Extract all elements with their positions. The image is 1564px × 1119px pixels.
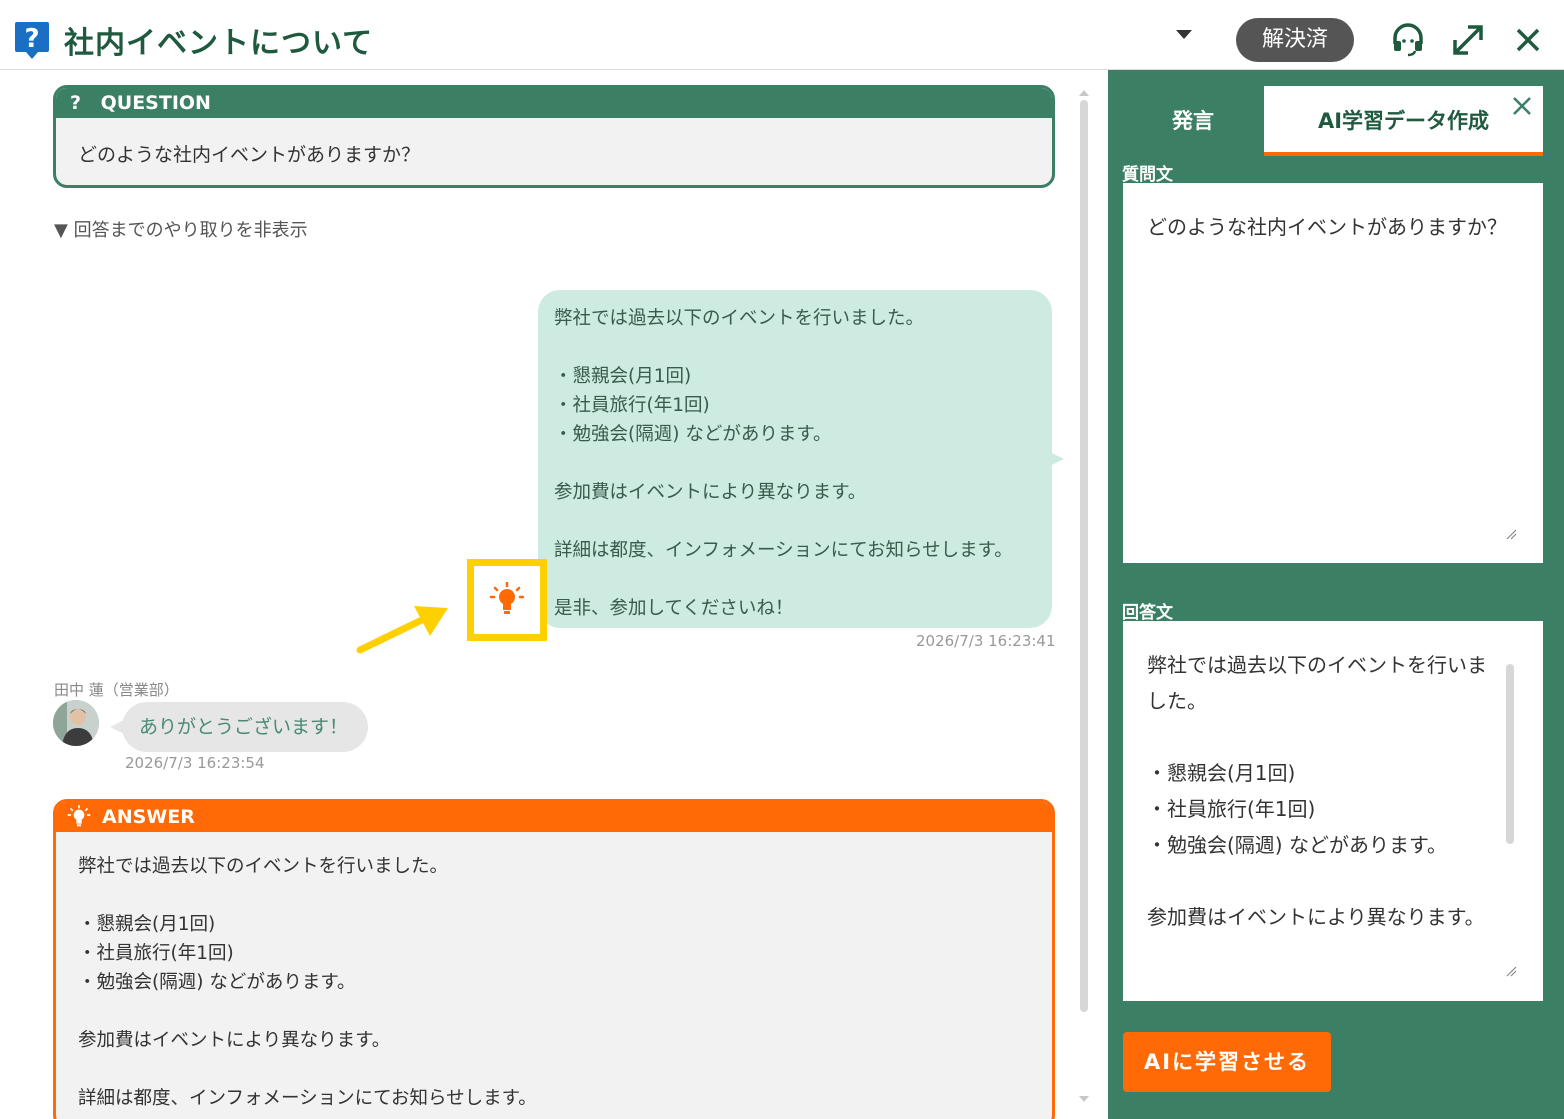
svg-text:?: ? [24,24,39,54]
train-ai-button[interactable]: AIに学習させる [1123,1032,1331,1092]
scroll-down-arrow[interactable] [1079,1096,1089,1102]
question-card: ? QUESTION どのような社内イベントがありますか？ [53,85,1055,188]
tab-ai-training-data[interactable]: AI学習データ作成 [1264,86,1543,156]
answer-heading-label: ANSWER [102,806,195,828]
question-mark-icon: ? [15,22,49,59]
user-message-timestamp: 2026/7/3 16:23:54 [125,754,265,772]
set-as-answer-button[interactable] [467,559,547,641]
status-badge[interactable]: 解決済 [1236,18,1354,62]
header-bar: ? 社内イベントについて 解決済 [0,0,1564,70]
page-title: 社内イベントについて [64,26,374,61]
user-message-bubble: ありがとうございます！ [122,702,368,752]
answer-field-label: 回答文 [1122,603,1173,623]
answer-text: 弊社では過去以下のイベントを行いました。 ・懇親会(月1回) ・社員旅行(年1回… [78,856,537,1109]
question-heading: ? QUESTION [56,88,1052,118]
hide-thread-toggle[interactable]: ▼ 回答までのやり取りを非表示 [54,216,308,242]
answer-textarea[interactable]: 弊社では過去以下のイベントを行いました。 ・懇親会(月1回) ・社員旅行(年1回… [1123,621,1543,1001]
sender-name: 田中 蓮（営業部） [54,681,179,699]
resize-handle-icon[interactable] [1505,965,1517,977]
bubble-tail [1050,452,1064,466]
staff-message-timestamp: 2026/7/3 16:23:41 [916,632,1056,650]
arrow-icon [356,606,448,654]
staff-message-bubble: 弊社では過去以下のイベントを行いました。 ・懇親会(月1回) ・社員旅行(年1回… [538,290,1052,628]
expand-icon[interactable] [1450,22,1486,58]
close-icon[interactable] [1510,22,1546,58]
close-icon[interactable] [1510,94,1534,118]
question-heading-label: QUESTION [100,92,211,114]
chevron-down-icon[interactable] [1176,30,1192,39]
question-text: どのような社内イベントがありますか？ [78,144,421,166]
ai-training-panel: 発言 AI学習データ作成 質問文 どのような社内イベントがありますか？ 回答文 … [1108,70,1564,1119]
answer-card: ANSWER 弊社では過去以下のイベントを行いました。 ・懇親会(月1回) ・社… [53,799,1055,1119]
scrollbar[interactable] [1080,100,1088,1012]
question-heading-icon: ? [70,92,82,114]
scrollbar[interactable] [1506,664,1514,844]
headset-icon[interactable] [1390,22,1426,58]
lightbulb-icon [489,582,525,614]
avatar [53,700,99,746]
lightbulb-icon [67,805,91,827]
scroll-up-arrow[interactable] [1079,90,1089,96]
resize-handle-icon[interactable] [1505,528,1517,540]
tab-remarks[interactable]: 発言 [1122,86,1264,156]
answer-heading: ANSWER [56,802,1052,832]
question-textarea[interactable]: どのような社内イベントがありますか？ [1123,183,1543,563]
question-field-label: 質問文 [1122,165,1173,185]
